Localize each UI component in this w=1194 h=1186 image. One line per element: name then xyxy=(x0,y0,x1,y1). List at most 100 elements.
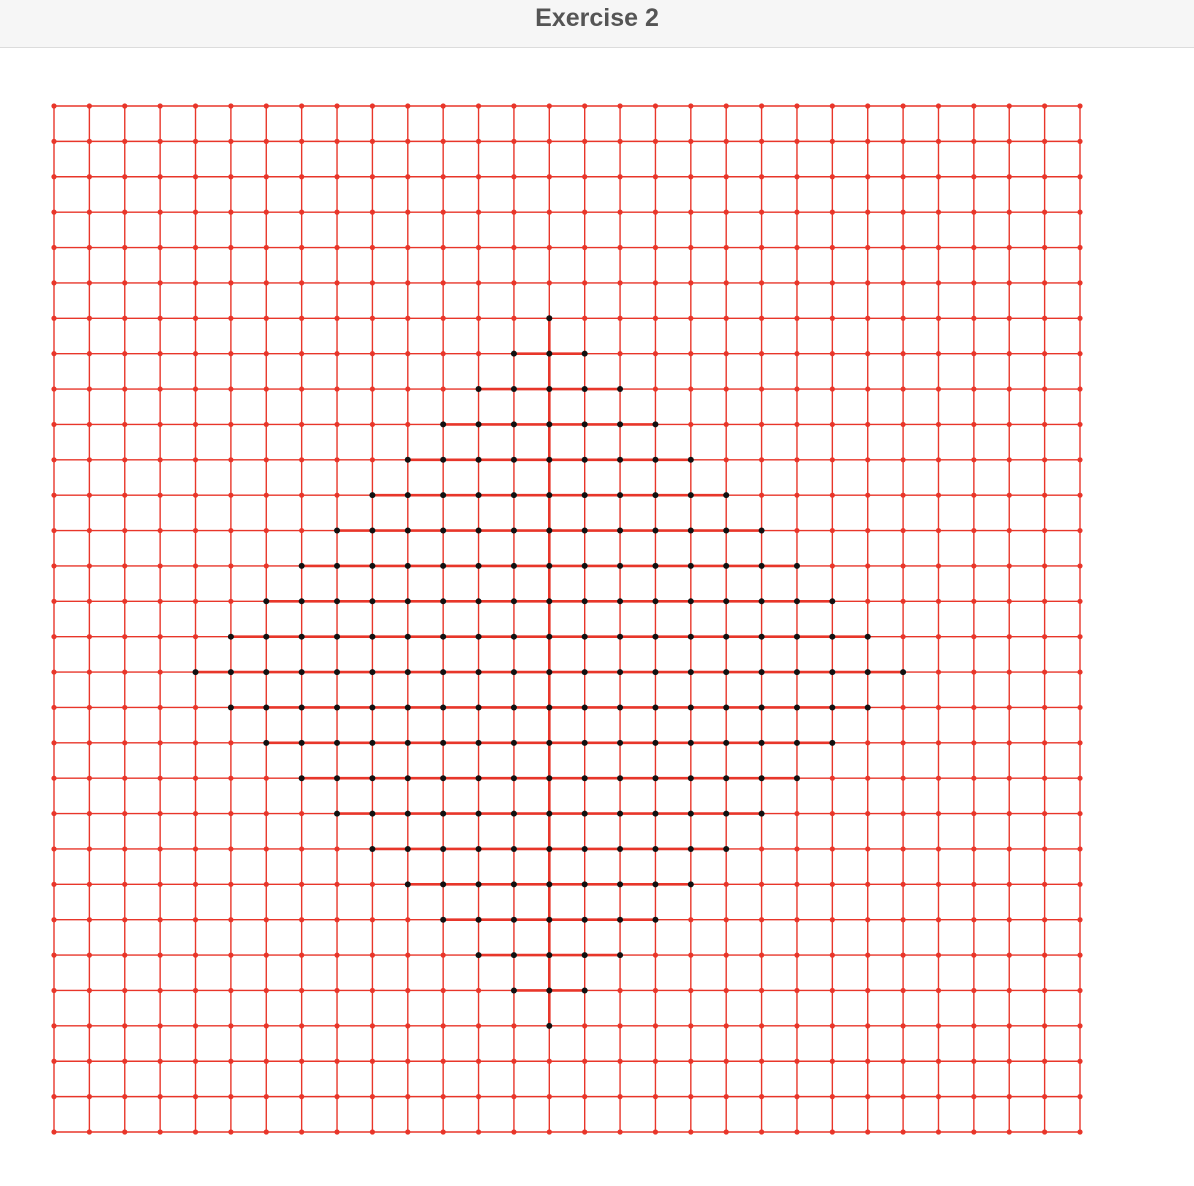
highlighted-vertex xyxy=(687,456,694,463)
grid-vertex xyxy=(122,987,128,994)
highlighted-vertex xyxy=(652,562,659,569)
grid-vertex xyxy=(86,810,92,817)
grid-vertex xyxy=(1077,634,1083,640)
grid-vertex xyxy=(652,1023,659,1029)
grid-vertex xyxy=(865,138,871,144)
grid-vertex xyxy=(475,1058,482,1064)
window-titlebar[interactable]: Exercise 2 xyxy=(0,0,1194,48)
grid-vertex xyxy=(192,1058,199,1064)
grid-vertex xyxy=(723,421,729,428)
highlighted-vertex xyxy=(369,845,376,852)
grid-vertex xyxy=(405,244,411,251)
grid-vertex xyxy=(1006,952,1012,958)
highlighted-vertex xyxy=(617,386,624,393)
highlighted-vertex xyxy=(617,669,624,676)
highlighted-vertex xyxy=(652,421,659,428)
grid-vertex xyxy=(723,1094,729,1100)
grid-vertex xyxy=(935,810,942,817)
grid-vertex xyxy=(971,563,977,569)
grid-vertex xyxy=(900,775,906,781)
grid-vertex xyxy=(971,598,977,604)
grid-vertex xyxy=(86,1129,92,1135)
grid-vertex xyxy=(334,280,340,286)
highlighted-vertex xyxy=(404,810,411,817)
highlighted-vertex xyxy=(263,669,270,676)
grid-vertex xyxy=(228,421,234,428)
grid-vertex xyxy=(758,846,765,852)
grid-vertex xyxy=(299,492,305,498)
highlighted-vertex xyxy=(510,669,517,676)
grid-vertex xyxy=(334,846,340,852)
grid-vertex xyxy=(86,1094,92,1100)
grid-vertex xyxy=(263,492,269,498)
grid-vertex xyxy=(86,315,92,321)
grid-vertex xyxy=(369,917,376,923)
highlighted-vertex xyxy=(617,952,624,959)
grid-vertex xyxy=(440,174,446,180)
highlighted-vertex xyxy=(440,492,447,499)
grid-vertex xyxy=(192,174,199,180)
highlighted-vertex xyxy=(758,669,765,676)
grid-vertex xyxy=(829,421,835,428)
grid-vertex xyxy=(688,1094,694,1100)
highlighted-vertex xyxy=(510,952,517,959)
highlighted-vertex xyxy=(475,845,482,852)
grid-vertex xyxy=(758,1129,765,1135)
grid-vertex xyxy=(794,917,800,923)
highlighted-vertex xyxy=(334,669,341,676)
grid-vertex xyxy=(1077,386,1083,392)
grid-vertex xyxy=(1077,351,1083,357)
highlighted-vertex xyxy=(369,562,376,569)
grid-vertex xyxy=(86,846,92,852)
highlighted-vertex xyxy=(687,775,694,782)
highlighted-vertex xyxy=(440,916,447,923)
grid-vertex xyxy=(829,527,835,534)
highlighted-vertex xyxy=(298,598,305,605)
highlighted-vertex xyxy=(475,775,482,782)
grid-vertex xyxy=(971,634,977,640)
highlighted-vertex xyxy=(546,421,553,428)
grid-vertex xyxy=(157,492,163,498)
grid-vertex xyxy=(794,174,800,180)
grid-vertex xyxy=(405,174,411,180)
grid-vertex xyxy=(51,174,57,180)
grid-vertex xyxy=(369,386,376,392)
grid-vertex xyxy=(192,280,199,286)
highlighted-vertex xyxy=(793,739,800,746)
highlighted-vertex xyxy=(581,527,588,534)
grid-vertex xyxy=(263,1094,269,1100)
grid-vertex xyxy=(1077,810,1083,817)
highlighted-vertex xyxy=(829,704,836,711)
highlighted-vertex xyxy=(404,527,411,534)
highlighted-vertex xyxy=(758,739,765,746)
grid-vertex xyxy=(758,1058,765,1064)
grid-vertex xyxy=(122,881,128,887)
grid-vertex xyxy=(334,351,340,357)
highlighted-vertex xyxy=(334,810,341,817)
grid-vertex xyxy=(475,138,482,144)
grid-vertex xyxy=(475,351,482,357)
grid-vertex xyxy=(334,1023,340,1029)
grid-vertex xyxy=(1006,351,1012,357)
highlighted-vertex xyxy=(758,704,765,711)
grid-vertex xyxy=(475,1129,482,1135)
grid-vertex xyxy=(900,315,906,321)
grid-vertex xyxy=(299,1129,305,1135)
grid-vertex xyxy=(1077,244,1083,251)
highlighted-vertex xyxy=(687,598,694,605)
grid-vertex xyxy=(86,598,92,604)
highlighted-vertex xyxy=(546,987,553,994)
grid-vertex xyxy=(299,174,305,180)
grid-vertex xyxy=(935,1094,942,1100)
grid-vertex xyxy=(334,386,340,392)
grid-vertex xyxy=(829,810,835,817)
grid-vertex xyxy=(829,174,835,180)
grid-vertex xyxy=(688,421,694,428)
grid-vertex xyxy=(865,457,871,463)
grid-vertex xyxy=(794,209,800,215)
highlighted-vertex xyxy=(510,775,517,782)
grid-vertex xyxy=(865,987,871,994)
grid-vertex xyxy=(192,1023,199,1029)
highlighted-vertex xyxy=(864,669,871,676)
grid-vertex xyxy=(794,952,800,958)
